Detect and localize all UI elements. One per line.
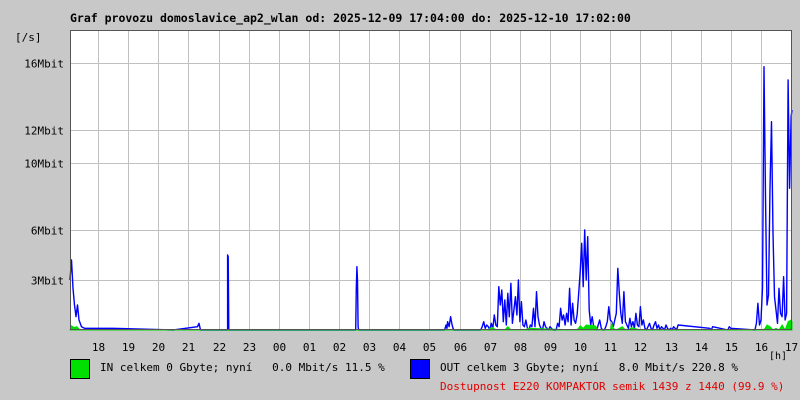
x-tick-label: 08 — [514, 341, 527, 354]
legend-out-swatch — [410, 359, 430, 379]
x-tick-label: 19 — [122, 341, 135, 354]
x-tick-label: 13 — [665, 341, 678, 354]
x-tick-label: 05 — [423, 341, 436, 354]
x-tick-label: 04 — [393, 341, 407, 354]
traffic-chart: 18 19 20 21 22 23 00 01 02 03 04 05 06 07 08 09 10 11 12 13… — [24, 30, 798, 362]
availability-note: Dostupnost E220 KOMPAKTOR semik 1439 z 1… — [440, 380, 785, 393]
x-tick-label: 03 — [363, 341, 376, 354]
x-tick-label: 09 — [544, 341, 557, 354]
x-tick-label: 14 — [695, 341, 709, 354]
legend-out-text: OUT celkem 3 Gbyte; nyní 8.0 Mbit/s 220.… — [440, 361, 739, 374]
x-tick-label: 00 — [273, 341, 286, 354]
y-tick-labels: 3Mbit 6Mbit 10Mbit 12Mbit 16Mbit — [24, 58, 64, 288]
x-tick-label: 20 — [152, 341, 165, 354]
x-tick-label: 07 — [484, 341, 497, 354]
legend-in-swatch — [70, 359, 90, 379]
x-tick-label: 12 — [634, 341, 647, 354]
x-tick-label: 16 — [755, 341, 768, 354]
x-tick-label: 15 — [725, 341, 738, 354]
x-tick-label: 21 — [182, 341, 195, 354]
x-tick-label: 18 — [92, 341, 105, 354]
y-tick-label: 10Mbit — [24, 158, 64, 171]
x-tick-label: 10 — [574, 341, 587, 354]
y-tick-label: 12Mbit — [24, 125, 64, 138]
x-tick-label: 02 — [333, 341, 346, 354]
x-tick-label: 22 — [213, 341, 226, 354]
y-tick-label: 3Mbit — [31, 275, 64, 288]
x-tick-label: 11 — [604, 341, 617, 354]
x-tick-label: 01 — [303, 341, 316, 354]
x-tick-label: 06 — [454, 341, 467, 354]
y-tick-label: 6Mbit — [31, 225, 64, 238]
y-tick-label: 16Mbit — [24, 58, 64, 71]
x-tick-labels: 18 19 20 21 22 23 00 01 02 03 04 05 06 07 08 09 10 11 12 13… — [92, 341, 798, 354]
legend-in-text: IN celkem 0 Gbyte; nyní 0.0 Mbit/s 11.5 … — [100, 361, 385, 374]
x-tick-label: 23 — [243, 341, 256, 354]
plot-area — [70, 30, 792, 330]
x-axis-unit-label: [h] — [769, 351, 787, 362]
